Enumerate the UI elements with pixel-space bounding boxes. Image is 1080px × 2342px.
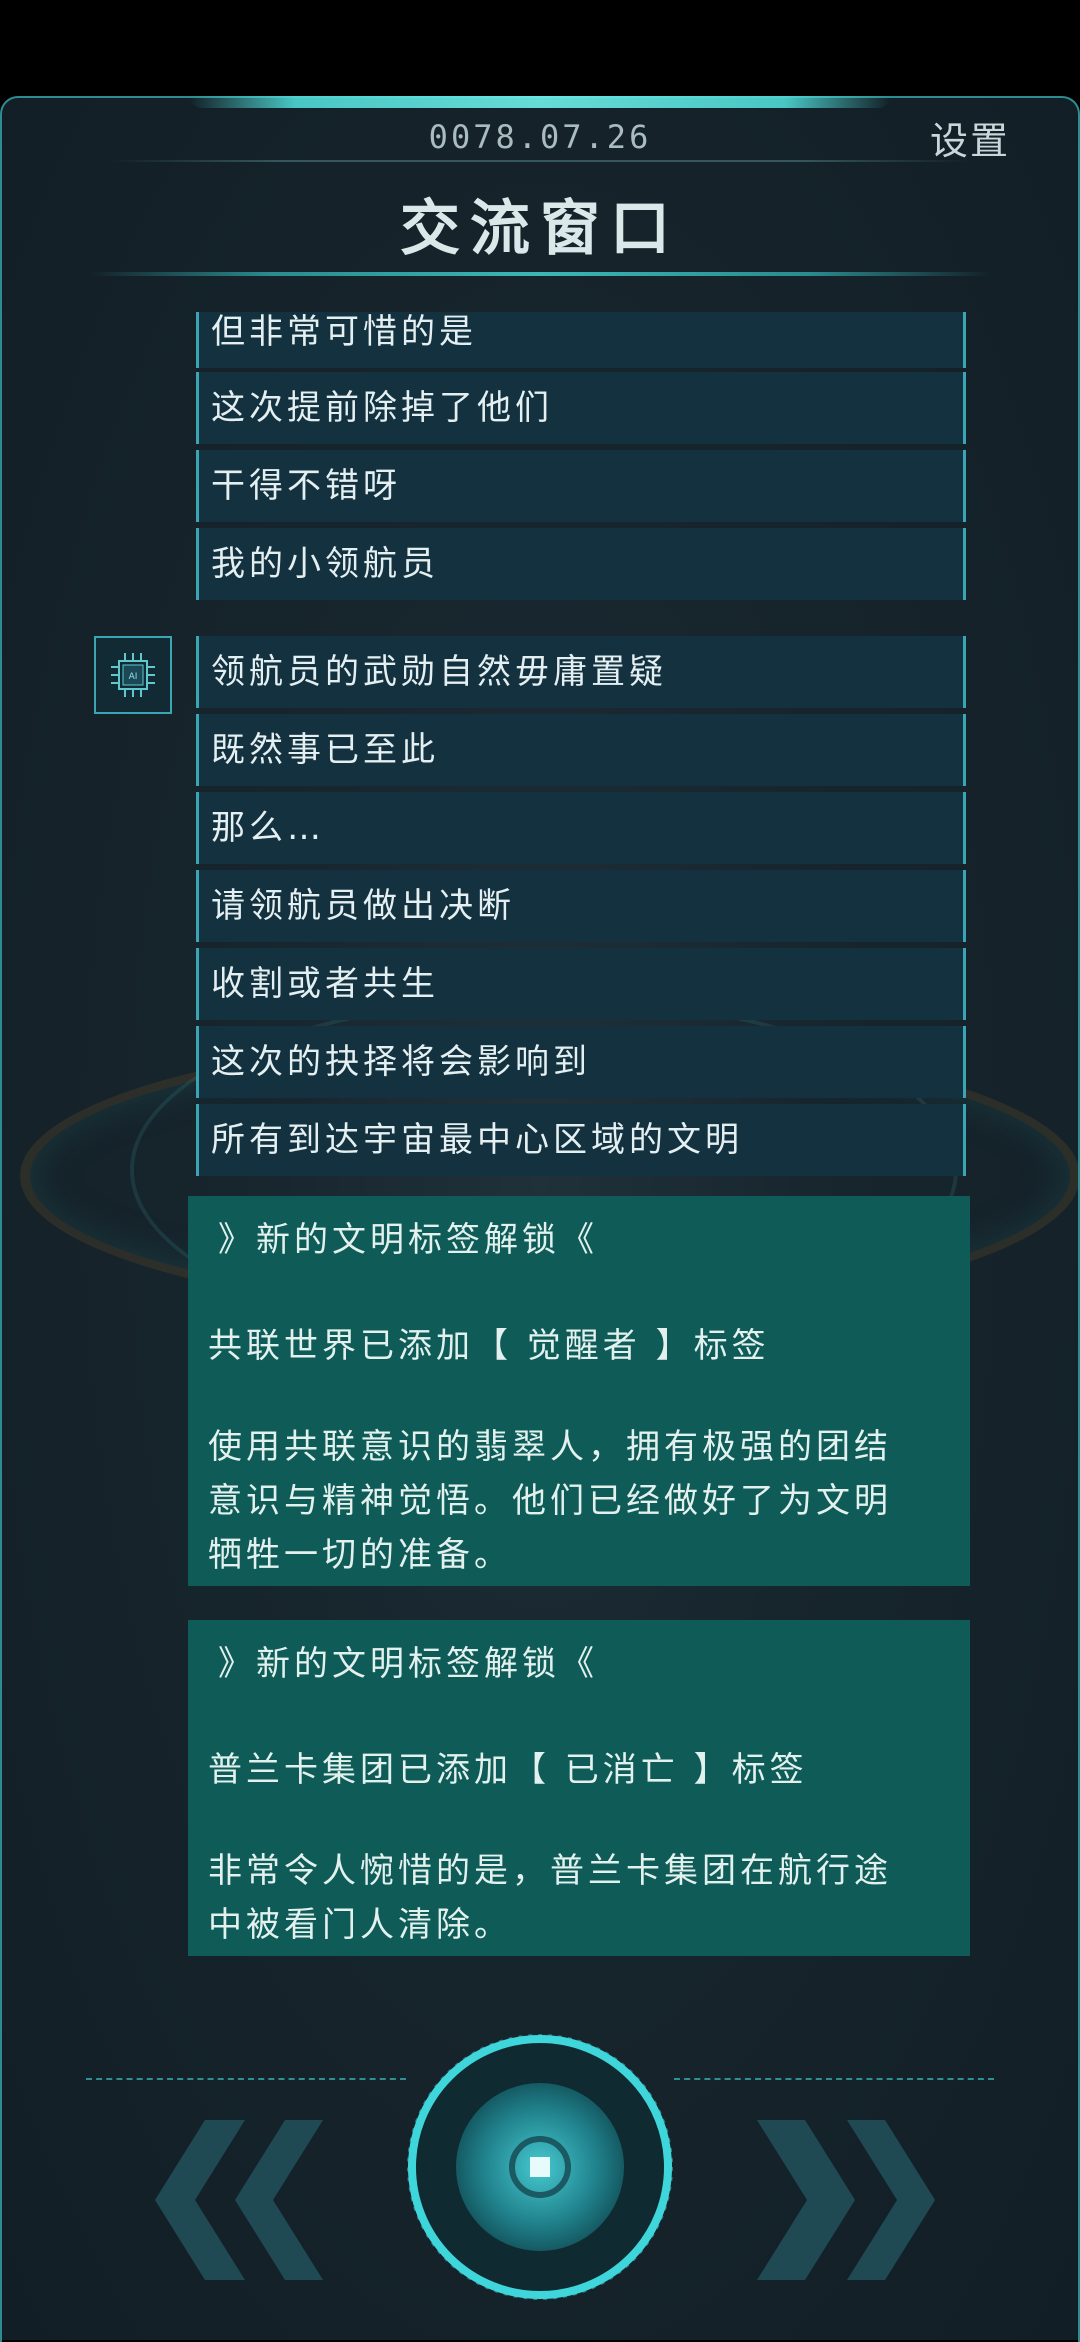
notice-description-line: 使用共联意识的翡翠人，拥有极强的团结 xyxy=(208,1427,892,1467)
chat-message: 领航员的武勋自然毋庸置疑 xyxy=(196,636,966,708)
control-divider xyxy=(674,2078,994,2080)
forward-button[interactable] xyxy=(755,2110,985,2290)
notice-tag-line: 普兰卡集团已添加【 已消亡 】标签 xyxy=(208,1750,808,1790)
status-bar xyxy=(0,0,1080,96)
chat-message: 收割或者共生 xyxy=(196,948,966,1020)
notice-description-line: 牺牲一切的准备。 xyxy=(208,1535,512,1575)
center-action-button[interactable] xyxy=(405,2032,675,2302)
notice-description-line: 意识与精神觉悟。他们已经做好了为文明 xyxy=(208,1481,892,1521)
page-title: 交流窗口 xyxy=(400,194,680,264)
settings-button[interactable]: 设置 xyxy=(930,110,1010,165)
double-chevron-left-icon xyxy=(155,2120,323,2280)
unlock-notice: 》新的文明标签解锁《 共联世界已添加【 觉醒者 】标签 使用共联意识的翡翠人，拥… xyxy=(188,1196,970,1586)
notice-header: 》新的文明标签解锁《 xyxy=(218,1644,598,1684)
double-chevron-right-icon xyxy=(757,2120,935,2280)
chat-message: 那么… xyxy=(196,792,966,864)
record-icon xyxy=(407,2034,673,2300)
chat-message: 这次提前除掉了他们 xyxy=(196,372,966,444)
title-divider xyxy=(90,272,990,276)
chip-icon: AI xyxy=(111,653,155,697)
notice-tag-line: 共联世界已添加【 觉醒者 】标签 xyxy=(208,1326,770,1366)
notice-description: 使用共联意识的翡翠人，拥有极强的团结 意识与精神觉悟。他们已经做好了为文明 牺牲… xyxy=(208,1420,950,1582)
notice-description-line: 中被看门人清除。 xyxy=(208,1905,512,1945)
chat-message: 请领航员做出决断 xyxy=(196,870,966,942)
notice-description-line: 非常令人惋惜的是，普兰卡集团在航行途 xyxy=(208,1851,892,1891)
unlock-notice: 》新的文明标签解锁《 普兰卡集团已添加【 已消亡 】标签 非常令人惋惜的是，普兰… xyxy=(188,1620,970,1956)
divider xyxy=(110,160,970,162)
back-button[interactable] xyxy=(95,2110,325,2290)
game-date: 0078.07.26 xyxy=(428,118,652,156)
control-divider xyxy=(86,2078,406,2080)
chat-message: 这次的抉择将会影响到 xyxy=(196,1026,966,1098)
chat-message: 所有到达宇宙最中心区域的文明 xyxy=(196,1104,966,1176)
chat-message: 干得不错呀 xyxy=(196,450,966,522)
top-glow-bar xyxy=(190,96,890,108)
notice-header: 》新的文明标签解锁《 xyxy=(218,1220,598,1260)
chat-message: 但非常可惜的是 xyxy=(196,312,966,368)
chat-message: 既然事已至此 xyxy=(196,714,966,786)
svg-text:AI: AI xyxy=(129,672,138,682)
ai-avatar: AI xyxy=(94,636,172,714)
chat-message: 我的小领航员 xyxy=(196,528,966,600)
notice-description: 非常令人惋惜的是，普兰卡集团在航行途 中被看门人清除。 xyxy=(208,1844,950,1952)
